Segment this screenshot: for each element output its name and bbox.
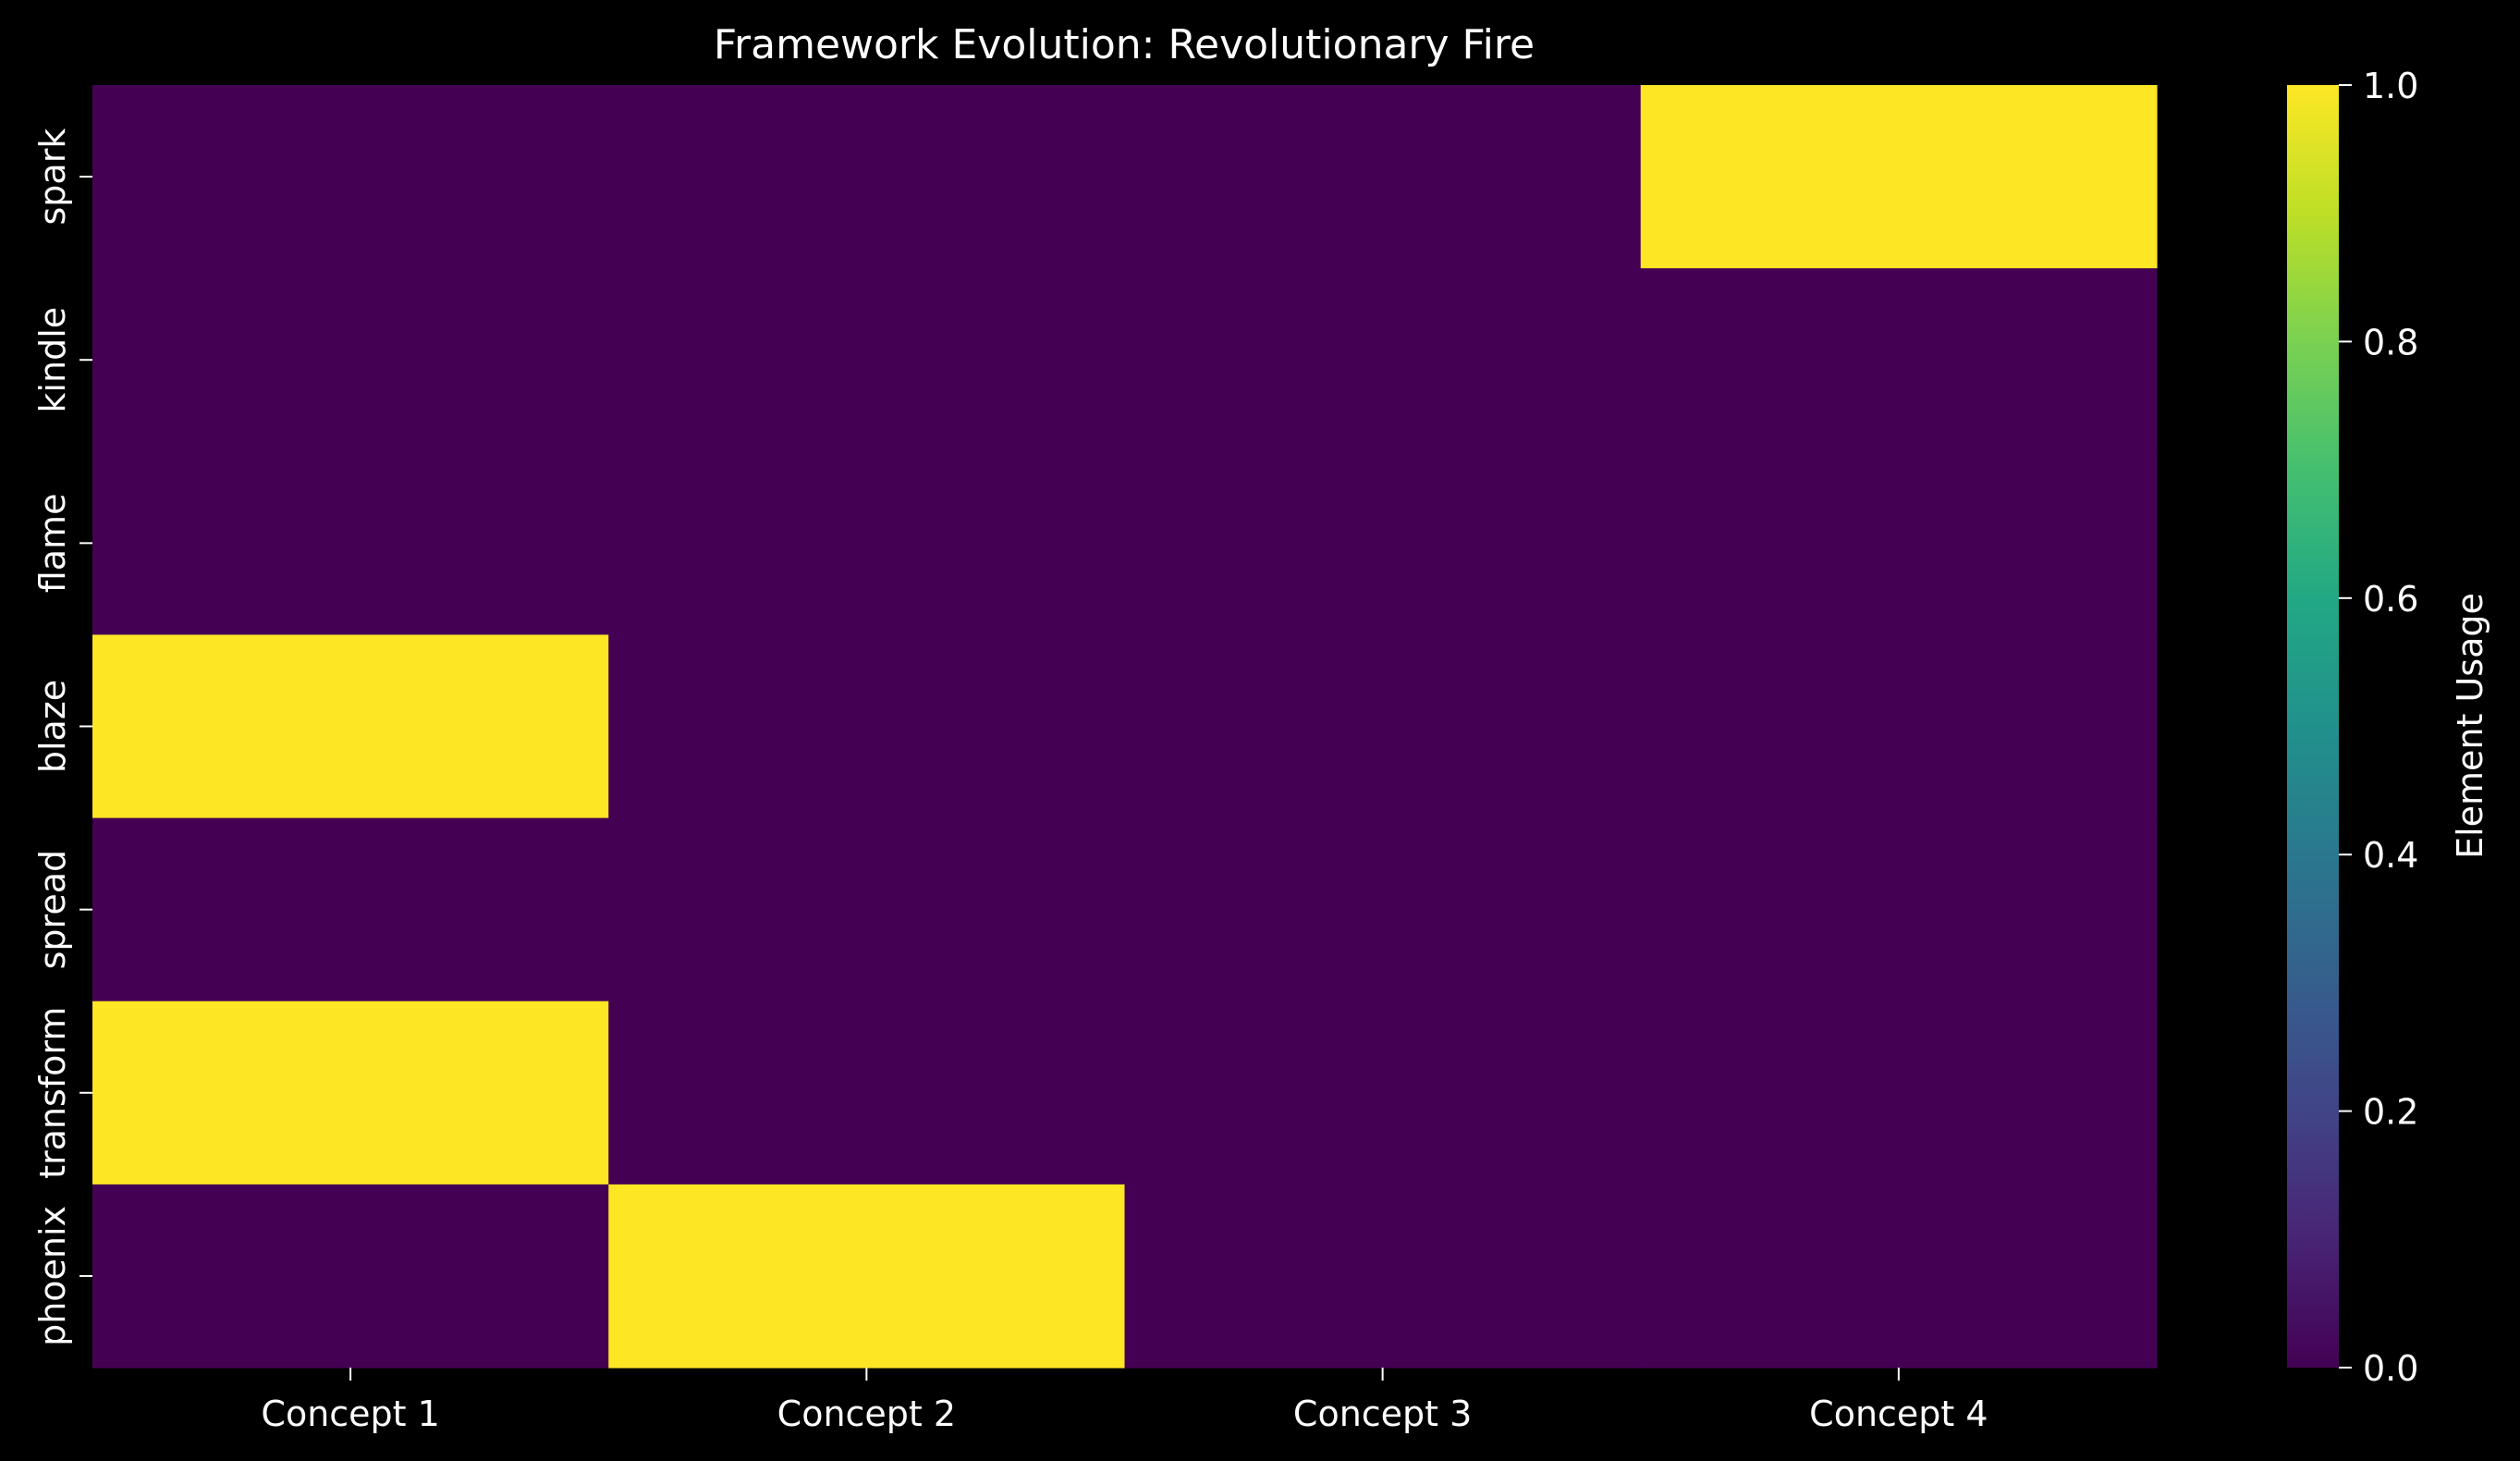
heatmap-cell-kindle-1	[92, 268, 609, 452]
y-tick-label-transform: transform	[32, 1007, 73, 1179]
heatmap-cell-kindle-4	[1640, 268, 2158, 452]
heatmap-cell-transform-2	[608, 1001, 1126, 1185]
colorbar-ticks: 0.0 0.2 0.4 0.6 0.8 1.0	[2339, 66, 2418, 1389]
heatmap-cell-blaze-2	[608, 634, 1126, 819]
colorbar-tick-label: 0.0	[2363, 1348, 2418, 1389]
colorbar-label: Element Usage	[2450, 593, 2490, 859]
heatmap-cell-flame-4	[1640, 451, 2158, 636]
colorbar-tick-label: 0.2	[2363, 1092, 2418, 1133]
x-tick-label: Concept 4	[1809, 1393, 1988, 1434]
x-tick-label: Concept 2	[777, 1393, 956, 1434]
colorbar-tick-label: 1.0	[2363, 66, 2418, 106]
heatmap-cell-phoenix-2	[608, 1184, 1126, 1369]
colorbar	[2287, 85, 2339, 1368]
y-tick-label-blaze: blaze	[32, 680, 73, 773]
heatmap-cell-spread-3	[1124, 817, 1642, 1002]
heatmap-cell-transform-3	[1124, 1001, 1642, 1185]
heatmap-cell-phoenix-4	[1640, 1184, 2158, 1369]
heatmap-cells	[92, 85, 2158, 1369]
heatmap-cell-kindle-3	[1124, 268, 1642, 452]
heatmap-cell-kindle-2	[608, 268, 1126, 452]
heatmap-cell-flame-2	[608, 451, 1126, 636]
x-tick-label: Concept 1	[261, 1393, 439, 1434]
chart-title: Framework Evolution: Revolutionary Fire	[714, 21, 1535, 68]
x-tick-label: Concept 3	[1293, 1393, 1472, 1434]
x-axis-ticks: Concept 1 Concept 2 Concept 3 Concept 4	[261, 1368, 1988, 1434]
heatmap-cell-spark-2	[608, 85, 1126, 269]
heatmap-cell-phoenix-1	[92, 1184, 609, 1369]
heatmap-cell-flame-3	[1124, 451, 1642, 636]
y-tick-label-spread: spread	[32, 850, 73, 969]
heatmap-cell-transform-4	[1640, 1001, 2158, 1185]
heatmap-cell-transform-1	[92, 1001, 609, 1185]
heatmap-cell-spread-2	[608, 817, 1126, 1002]
heatmap-cell-phoenix-3	[1124, 1184, 1642, 1369]
heatmap-cell-blaze-4	[1640, 634, 2158, 819]
y-tick-label-kindle: kindle	[32, 307, 73, 413]
y-tick-label-phoenix: phoenix	[32, 1206, 73, 1346]
colorbar-tick-label: 0.6	[2363, 579, 2418, 620]
heatmap-cell-spark-3	[1124, 85, 1642, 269]
heatmap-cell-spark-4	[1640, 85, 2158, 269]
colorbar-tick-label: 0.4	[2363, 835, 2418, 876]
heatmap-cell-spread-4	[1640, 817, 2158, 1002]
heatmap-cell-spread-1	[92, 817, 609, 1002]
heatmap-cell-blaze-1	[92, 634, 609, 819]
heatmap-chart: Framework Evolution: Revolutionary Fire …	[32, 21, 2490, 1434]
y-axis-ticks: spark kindle flame blaze spread transform phoe…	[32, 129, 92, 1346]
y-tick-label-spark: spark	[32, 129, 73, 226]
heatmap-cell-spark-1	[92, 85, 609, 269]
heatmap-cell-flame-1	[92, 451, 609, 636]
y-tick-label-flame: flame	[32, 494, 73, 594]
heatmap-cell-blaze-3	[1124, 634, 1642, 819]
colorbar-tick-label: 0.8	[2363, 322, 2418, 362]
